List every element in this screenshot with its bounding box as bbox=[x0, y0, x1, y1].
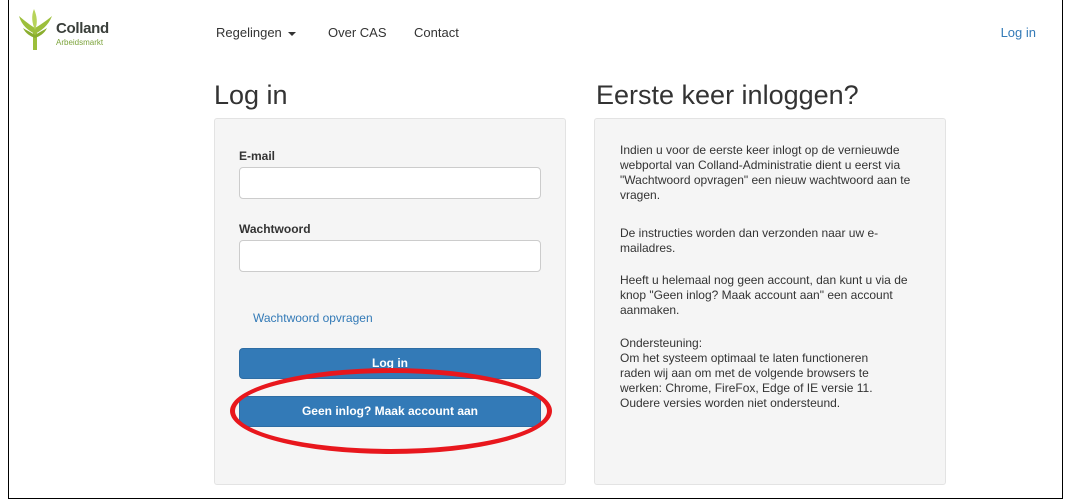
logo-name: Colland bbox=[56, 20, 109, 37]
logo-subtitle: Arbeidsmarkt bbox=[56, 38, 104, 47]
info-paragraph-1: Indien u voor de eerste keer inlogt op d… bbox=[620, 143, 911, 202]
info-paragraph-2: De instructies worden dan verzonden naar… bbox=[620, 226, 879, 255]
support-line: werken: Chrome, FireFox, Edge of IE vers… bbox=[620, 381, 873, 395]
email-label: E-mail bbox=[239, 149, 276, 163]
login-button[interactable]: Log in bbox=[239, 348, 541, 379]
nav-login-link[interactable]: Log in bbox=[1001, 25, 1036, 40]
first-time-title: Eerste keer inloggen? bbox=[596, 80, 859, 110]
login-title: Log in bbox=[214, 80, 288, 110]
nav-regelingen-label: Regelingen bbox=[216, 25, 282, 40]
nav-over-cas[interactable]: Over CAS bbox=[328, 25, 387, 40]
forgot-password-link[interactable]: Wachtwoord opvragen bbox=[253, 311, 373, 325]
create-account-button[interactable]: Geen inlog? Maak account aan bbox=[239, 396, 541, 427]
support-line: Oudere versies worden niet ondersteund. bbox=[620, 396, 841, 410]
nav-contact[interactable]: Contact bbox=[414, 25, 459, 40]
support-block: Ondersteuning: Om het systeem optimaal t… bbox=[620, 336, 920, 411]
password-label: Wachtwoord bbox=[239, 222, 311, 236]
password-field[interactable] bbox=[239, 240, 541, 272]
support-line: raden wij aan om met de volgende browser… bbox=[620, 366, 869, 380]
info-paragraph-3: Heeft u helemaal nog geen account, dan k… bbox=[620, 273, 908, 317]
support-heading: Ondersteuning: bbox=[620, 336, 703, 350]
caret-down-icon bbox=[287, 31, 296, 36]
logo[interactable]: Colland Arbeidsmarkt bbox=[18, 8, 128, 56]
nav-regelingen-dropdown[interactable]: Regelingen bbox=[216, 25, 296, 40]
email-field[interactable] bbox=[239, 167, 541, 199]
colland-logo-icon bbox=[19, 9, 52, 50]
support-line: Om het systeem optimaal te laten functio… bbox=[620, 351, 869, 365]
